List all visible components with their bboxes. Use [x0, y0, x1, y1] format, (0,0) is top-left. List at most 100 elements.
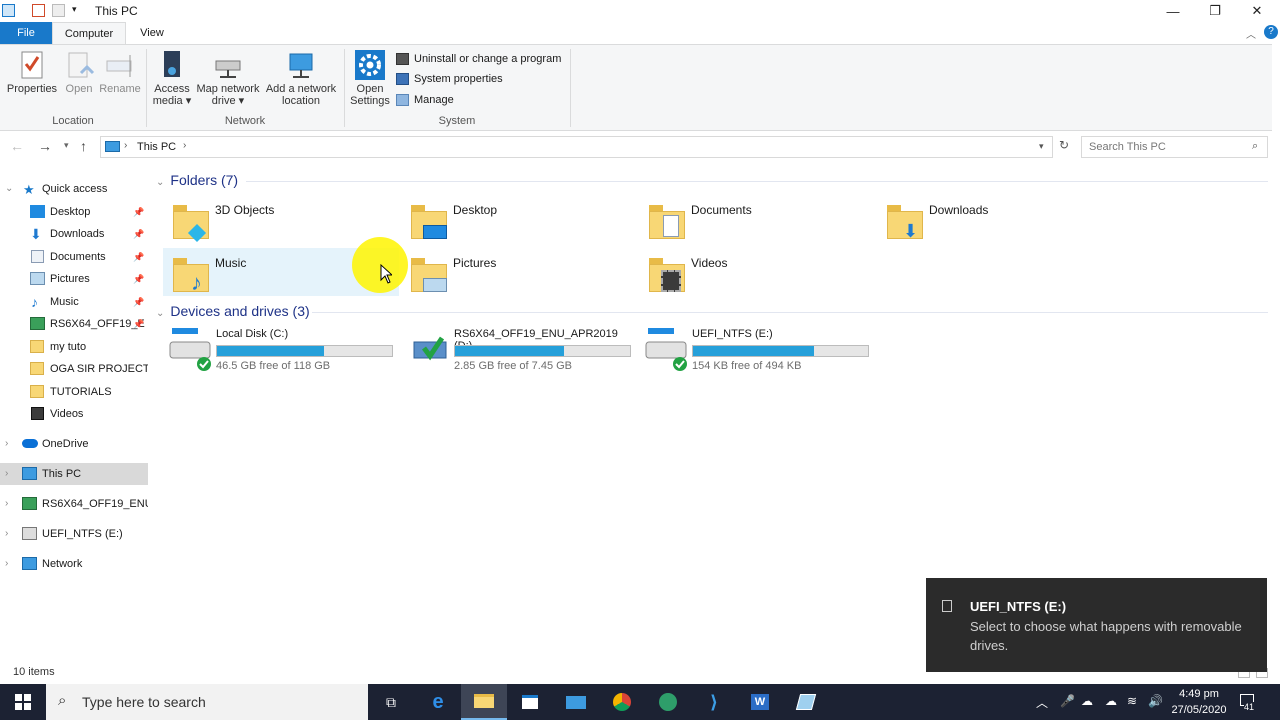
close-button[interactable]: ✕	[1234, 0, 1280, 22]
back-button[interactable]: ←	[10, 138, 24, 154]
nav-item-videos[interactable]: Videos	[0, 403, 148, 425]
cloud-upload-tray-icon[interactable]: ☁	[1105, 694, 1117, 708]
map-network-drive-button[interactable]: Map network drive ▾	[194, 49, 262, 107]
uninstall-program-button[interactable]: Uninstall or change a program	[396, 50, 561, 68]
refresh-button[interactable]: ↻	[1054, 138, 1074, 158]
chrome-app-icon[interactable]	[599, 684, 645, 720]
tab-computer[interactable]: Computer	[52, 22, 126, 44]
nav-quick-access[interactable]: ⌄ ★ Quick access	[0, 178, 148, 200]
breadcrumb-separator-icon[interactable]: ›	[124, 140, 127, 151]
system-properties-button[interactable]: System properties	[396, 70, 503, 88]
customize-qa-chevron-icon[interactable]: ▾	[72, 4, 77, 15]
expanded-chevron-icon[interactable]: ⌄	[5, 178, 13, 200]
computer-icon[interactable]	[2, 4, 15, 17]
taskbar-clock[interactable]: 4:49 pm 27/05/2020	[1170, 686, 1228, 718]
microphone-icon[interactable]: 🎤	[1060, 694, 1075, 708]
search-input[interactable]: Search This PC ⌕	[1081, 136, 1268, 158]
restore-button[interactable]: ❐	[1192, 0, 1238, 22]
properties-button[interactable]: Properties	[6, 49, 58, 95]
clock-date: 27/05/2020	[1171, 704, 1227, 716]
edge-app-icon[interactable]: e	[415, 684, 461, 720]
drive-d[interactable]: RS6X64_OFF19_ENU_APR2019 (D:) 2.85 GB fr…	[402, 328, 638, 376]
taskbar-search-input[interactable]: ⌕ Type here to search	[46, 684, 368, 720]
folder-desktop[interactable]: Desktop	[401, 195, 637, 243]
drives-section-header[interactable]: ⌄ Devices and drives (3)	[156, 303, 310, 319]
minimize-button[interactable]: —	[1150, 0, 1196, 22]
start-button[interactable]	[0, 684, 46, 720]
nav-item-music[interactable]: ♪ Music 📌	[0, 291, 148, 313]
properties-qa-icon[interactable]	[32, 4, 45, 17]
nav-item-oga-sir-project[interactable]: OGA SIR PROJECT	[0, 358, 148, 380]
file-explorer-app-icon[interactable]	[461, 684, 507, 720]
action-center-button[interactable]: 41	[1238, 692, 1258, 712]
drive-e[interactable]: UEFI_NTFS (E:) 154 KB free of 494 KB	[640, 328, 876, 376]
breadcrumb-separator-icon[interactable]: ›	[183, 140, 186, 151]
tab-view[interactable]: View	[130, 22, 174, 44]
address-history-chevron-icon[interactable]: ▾	[1039, 141, 1044, 152]
drive-usage-fill	[693, 346, 814, 356]
nav-item-rs6x64[interactable]: RS6X64_OFF19_E 📌	[0, 313, 148, 335]
show-hidden-icons-chevron-icon[interactable]: ︿	[1036, 694, 1048, 711]
collapsed-chevron-icon[interactable]: ›	[5, 493, 8, 515]
access-media-button[interactable]: Access media ▾	[150, 49, 194, 107]
nav-item-desktop[interactable]: Desktop 📌	[0, 201, 148, 223]
task-view-button[interactable]: ⧉	[368, 684, 414, 720]
up-button[interactable]: ↑	[80, 138, 87, 154]
open-button[interactable]: Open	[62, 49, 96, 95]
onedrive-tray-icon[interactable]: ☁	[1081, 694, 1093, 708]
breadcrumb-this-pc[interactable]: This PC	[137, 141, 176, 153]
drive-usage-bar	[216, 345, 393, 357]
nav-drive-e[interactable]: › UEFI_NTFS (E:)	[0, 523, 148, 545]
folders-section-header[interactable]: ⌄ Folders (7)	[156, 172, 238, 188]
nav-network[interactable]: › Network	[0, 553, 148, 575]
notification-count-badge: 41	[1244, 702, 1255, 712]
pin-icon: 📌	[133, 207, 145, 217]
help-icon[interactable]: ?	[1264, 25, 1278, 39]
store-app-icon[interactable]	[507, 684, 553, 720]
nav-drive-d[interactable]: › RS6X64_OFF19_ENU_	[0, 493, 148, 515]
new-folder-qa-icon[interactable]	[52, 4, 65, 17]
autoplay-toast[interactable]: UEFI_NTFS (E:) Select to choose what hap…	[926, 578, 1267, 672]
nav-item-documents[interactable]: Documents 📌	[0, 246, 148, 268]
collapsed-chevron-icon[interactable]: ›	[5, 523, 8, 545]
folder-videos[interactable]: Videos	[639, 248, 875, 296]
rename-button[interactable]: Rename	[98, 49, 142, 95]
tab-file[interactable]: File	[0, 22, 52, 44]
collapsed-chevron-icon[interactable]: ›	[5, 553, 8, 575]
nav-this-pc[interactable]: › This PC	[0, 463, 148, 485]
this-pc-icon	[22, 467, 37, 480]
search-placeholder: Search This PC	[1089, 141, 1166, 153]
usb-drive-icon	[942, 600, 952, 612]
section-collapse-chevron-icon[interactable]: ⌄	[156, 177, 164, 188]
add-network-location-button[interactable]: Add a network location	[262, 49, 340, 107]
open-settings-button[interactable]: Open Settings	[348, 49, 392, 107]
nav-item-tutorials[interactable]: TUTORIALS	[0, 381, 148, 403]
drive-c[interactable]: Local Disk (C:) 46.5 GB free of 118 GB	[164, 328, 400, 376]
mail-app-icon[interactable]	[553, 684, 599, 720]
collapsed-chevron-icon[interactable]: ›	[5, 433, 8, 455]
collapsed-chevron-icon[interactable]: ›	[5, 463, 8, 485]
notepad-app-icon[interactable]	[783, 684, 829, 720]
drive-usage-bar	[454, 345, 631, 357]
folder-3d-objects[interactable]: 3D Objects	[163, 195, 399, 243]
forward-button[interactable]: →	[38, 138, 52, 154]
nav-item-pictures[interactable]: Pictures 📌	[0, 268, 148, 290]
folder-pictures[interactable]: Pictures	[401, 248, 637, 296]
nav-onedrive[interactable]: › OneDrive	[0, 433, 148, 455]
manage-button[interactable]: Manage	[396, 91, 454, 109]
word-app-icon[interactable]: W	[737, 684, 783, 720]
folder-documents[interactable]: Documents	[639, 195, 875, 243]
green-app-icon[interactable]	[645, 684, 691, 720]
nav-item-my-tuto[interactable]: my tuto	[0, 336, 148, 358]
vscode-app-icon[interactable]: ⟩	[691, 684, 737, 720]
ribbon-tabs: File Computer View ︿ ?	[0, 22, 1280, 44]
address-bar[interactable]: › This PC › ▾	[100, 136, 1053, 158]
collapse-ribbon-icon[interactable]: ︿	[1246, 26, 1256, 41]
wifi-icon[interactable]: ≋	[1127, 694, 1137, 708]
nav-item-downloads[interactable]: ⬇ Downloads 📌	[0, 223, 148, 245]
media-server-icon	[156, 49, 188, 81]
folder-downloads[interactable]: ⬇ Downloads	[877, 195, 1113, 243]
recent-locations-chevron-icon[interactable]: ▾	[64, 140, 69, 151]
section-collapse-chevron-icon[interactable]: ⌄	[156, 308, 164, 319]
volume-icon[interactable]: 🔊	[1148, 694, 1163, 708]
